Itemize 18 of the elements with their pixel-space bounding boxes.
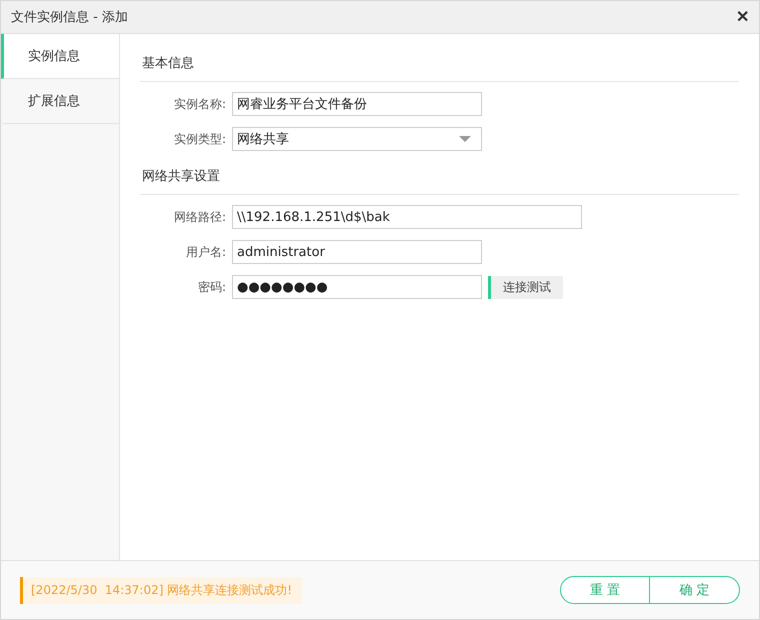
field-label: 实例名称: — [172, 96, 226, 112]
input-field[interactable]: administrator — [232, 240, 482, 264]
type-dropdown[interactable]: 网络共享 — [232, 127, 482, 151]
field-label: 用户名: — [184, 244, 226, 260]
section-heading: 网络共享设置 — [140, 163, 739, 195]
input-field[interactable]: 网睿业务平台文件备份 — [232, 92, 482, 116]
close-button[interactable]: ✕ — [734, 7, 751, 27]
section-heading: 基本信息 — [140, 50, 739, 82]
input-field[interactable]: \\192.168.1.251\d$\bak — [232, 205, 582, 229]
field-label: 实例类型: — [172, 130, 226, 148]
status-message: [2022/5/30 14:37:02] 网络共享连接测试成功! — [20, 576, 302, 604]
window-title: 文件实例信息 - 添加 — [11, 9, 128, 26]
sidebar-tab[interactable]: 实例信息 — [1, 34, 119, 79]
field-label: 网络路径: — [172, 208, 226, 226]
test-connection-button[interactable]: 连接测试 — [488, 276, 563, 298]
field-label: 密码: — [196, 278, 226, 296]
password-field[interactable]: ●●●●●●●● — [232, 275, 482, 299]
caret-icon — [459, 136, 471, 142]
